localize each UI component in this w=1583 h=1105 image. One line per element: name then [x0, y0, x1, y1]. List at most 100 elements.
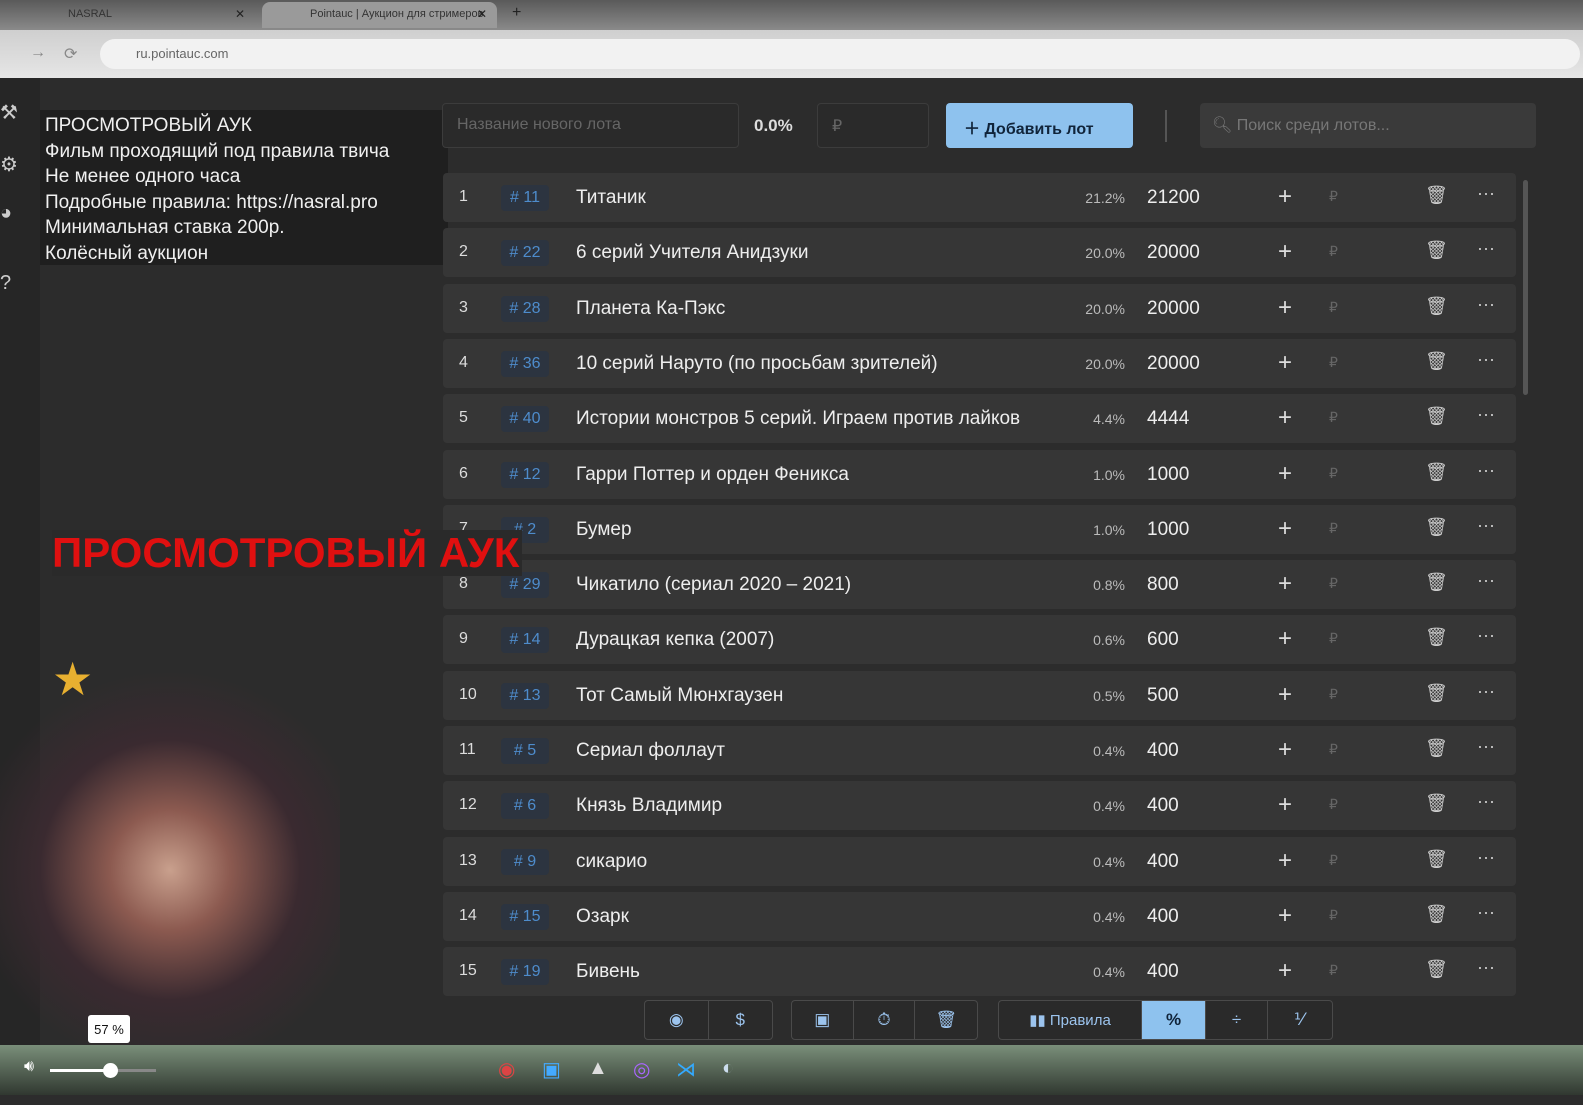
url-field[interactable]: ru.pointauc.com	[100, 39, 1580, 69]
add-bid-icon[interactable]: +	[1278, 681, 1292, 709]
ruble-input[interactable]: ₽	[1329, 243, 1338, 260]
lot-name[interactable]: Озарк	[576, 906, 1048, 928]
search-input[interactable]: 🔍︎ Поиск среди лотов...	[1200, 103, 1536, 148]
vscode-icon[interactable]: ⋊	[676, 1057, 696, 1082]
divide-icon[interactable]: ÷	[1206, 1001, 1268, 1039]
lot-id[interactable]: # 15	[501, 903, 549, 930]
github-icon[interactable]: ◉	[645, 1001, 709, 1039]
timer-icon[interactable]: ⏱	[854, 1001, 916, 1039]
browser-tab[interactable]: NASRAL ✕	[20, 2, 255, 28]
lot-amount[interactable]: 4444	[1147, 408, 1189, 430]
steam-icon[interactable]: ◐	[722, 1057, 734, 1080]
add-lot-button[interactable]: ＋ Добавить лот	[946, 103, 1133, 148]
lot-name[interactable]: 6 серий Учителя Анидзуки	[576, 242, 1048, 264]
ruble-input[interactable]: ₽	[1329, 520, 1338, 537]
new-tab-icon[interactable]: +	[512, 4, 521, 22]
add-bid-icon[interactable]: +	[1278, 570, 1292, 598]
ruble-input[interactable]: ₽	[1329, 686, 1338, 703]
trash-icon[interactable]: 🗑︎	[1425, 572, 1448, 593]
lot-id[interactable]: # 5	[501, 738, 549, 764]
ruble-input[interactable]: ₽	[1329, 962, 1338, 979]
app-icon[interactable]: ▲	[588, 1057, 608, 1080]
add-bid-icon[interactable]: +	[1278, 957, 1292, 985]
lot-id[interactable]: # 19	[501, 959, 549, 986]
forward-icon[interactable]: →	[30, 44, 46, 62]
lot-id[interactable]: # 13	[501, 682, 549, 709]
new-lot-amount-input[interactable]: ₽	[817, 103, 929, 148]
lot-id[interactable]: # 28	[501, 295, 549, 322]
trash-icon[interactable]: 🗑︎	[1425, 462, 1448, 483]
lot-amount[interactable]: 400	[1147, 906, 1179, 928]
more-icon[interactable]: ···	[1477, 681, 1495, 702]
trash-icon[interactable]: 🗑︎	[1425, 904, 1448, 925]
add-bid-icon[interactable]: +	[1278, 460, 1292, 488]
lot-amount[interactable]: 21200	[1147, 187, 1200, 209]
more-icon[interactable]: ···	[1477, 349, 1495, 370]
add-bid-icon[interactable]: +	[1278, 736, 1292, 764]
lot-amount[interactable]: 20000	[1147, 242, 1200, 264]
ruble-input[interactable]: ₽	[1329, 299, 1338, 316]
save-icon[interactable]: ▣	[792, 1001, 854, 1039]
trash-icon[interactable]: 🗑︎	[1425, 185, 1448, 206]
add-bid-icon[interactable]: +	[1278, 238, 1292, 266]
percent-toggle[interactable]: %	[1142, 1001, 1206, 1039]
lot-id[interactable]: # 9	[501, 848, 549, 875]
add-bid-icon[interactable]: +	[1278, 847, 1292, 875]
rules-button[interactable]: ▮▮ Правила	[999, 1001, 1142, 1039]
app-icon[interactable]: ◎	[633, 1057, 650, 1082]
more-icon[interactable]: ···	[1477, 957, 1495, 978]
ruble-input[interactable]: ₽	[1329, 796, 1338, 813]
lot-name[interactable]: сикарио	[576, 851, 1048, 873]
add-bid-icon[interactable]: +	[1278, 515, 1292, 543]
lot-name[interactable]: 10 серий Наруто (по просьбам зрителей)	[576, 353, 1048, 375]
lot-name[interactable]: Титаник	[576, 187, 1048, 209]
trash-icon[interactable]: 🗑︎	[1425, 517, 1448, 538]
lot-name[interactable]: Дурацкая кепка (2007)	[576, 629, 1048, 651]
lot-id[interactable]: # 40	[501, 406, 549, 433]
trash-icon[interactable]: 🗑︎	[1425, 296, 1448, 317]
lot-amount[interactable]: 800	[1147, 574, 1179, 596]
scrollbar[interactable]	[1523, 180, 1528, 395]
trash-icon[interactable]: 🗑︎	[1425, 793, 1448, 814]
more-icon[interactable]: ···	[1477, 404, 1495, 425]
trash-icon[interactable]: 🗑︎	[1425, 351, 1448, 372]
more-icon[interactable]: ···	[1477, 625, 1495, 646]
ruble-input[interactable]: ₽	[1329, 188, 1338, 205]
ruble-input[interactable]: ₽	[1329, 575, 1338, 592]
browser-tab-active[interactable]: Pointauc | Аукцион для стримеров ✕	[262, 2, 497, 28]
more-icon[interactable]: ···	[1477, 238, 1495, 259]
lot-amount[interactable]: 20000	[1147, 298, 1200, 320]
trash-icon[interactable]: 🗑︎	[1425, 683, 1448, 704]
wheel-icon[interactable]: ◕	[0, 202, 12, 225]
more-icon[interactable]: ···	[1477, 460, 1495, 481]
add-bid-icon[interactable]: +	[1278, 625, 1292, 653]
trash-icon[interactable]: 🗑︎	[1425, 849, 1448, 870]
fraction-icon[interactable]: ⅟	[1268, 1001, 1330, 1039]
lot-name[interactable]: Тот Самый Мюнхгаузен	[576, 685, 1048, 707]
close-tab-icon[interactable]: ✕	[477, 7, 487, 21]
more-icon[interactable]: ···	[1477, 570, 1495, 591]
lot-name[interactable]: Бумер	[576, 519, 1048, 541]
lot-amount[interactable]: 500	[1147, 685, 1179, 707]
trash-icon[interactable]: 🗑︎	[915, 1001, 977, 1039]
lot-name[interactable]: Чикатило (сериал 2020 – 2021)	[576, 574, 1048, 596]
help-icon[interactable]: ?	[0, 272, 11, 295]
more-icon[interactable]: ···	[1477, 847, 1495, 868]
ruble-input[interactable]: ₽	[1329, 409, 1338, 426]
gear-icon[interactable]: ⚙	[0, 152, 18, 177]
lot-name[interactable]: Гарри Поттер и орден Феникса	[576, 464, 1048, 486]
lot-id[interactable]: # 14	[501, 627, 549, 654]
ruble-input[interactable]: ₽	[1329, 907, 1338, 924]
add-bid-icon[interactable]: +	[1278, 791, 1292, 819]
lot-amount[interactable]: 600	[1147, 629, 1179, 651]
lot-name[interactable]: Планета Ка-Пэкс	[576, 298, 1048, 320]
add-bid-icon[interactable]: +	[1278, 902, 1292, 930]
more-icon[interactable]: ···	[1477, 294, 1495, 315]
trash-icon[interactable]: 🗑︎	[1425, 627, 1448, 648]
close-tab-icon[interactable]: ✕	[235, 7, 245, 21]
new-lot-name-input[interactable]: Название нового лота	[442, 103, 739, 148]
lot-id[interactable]: # 6	[501, 793, 549, 820]
lot-amount[interactable]: 400	[1147, 851, 1179, 873]
lot-name[interactable]: Сериал фоллаут	[576, 740, 1048, 762]
auction-hammer-icon[interactable]: ⚒	[0, 100, 18, 125]
